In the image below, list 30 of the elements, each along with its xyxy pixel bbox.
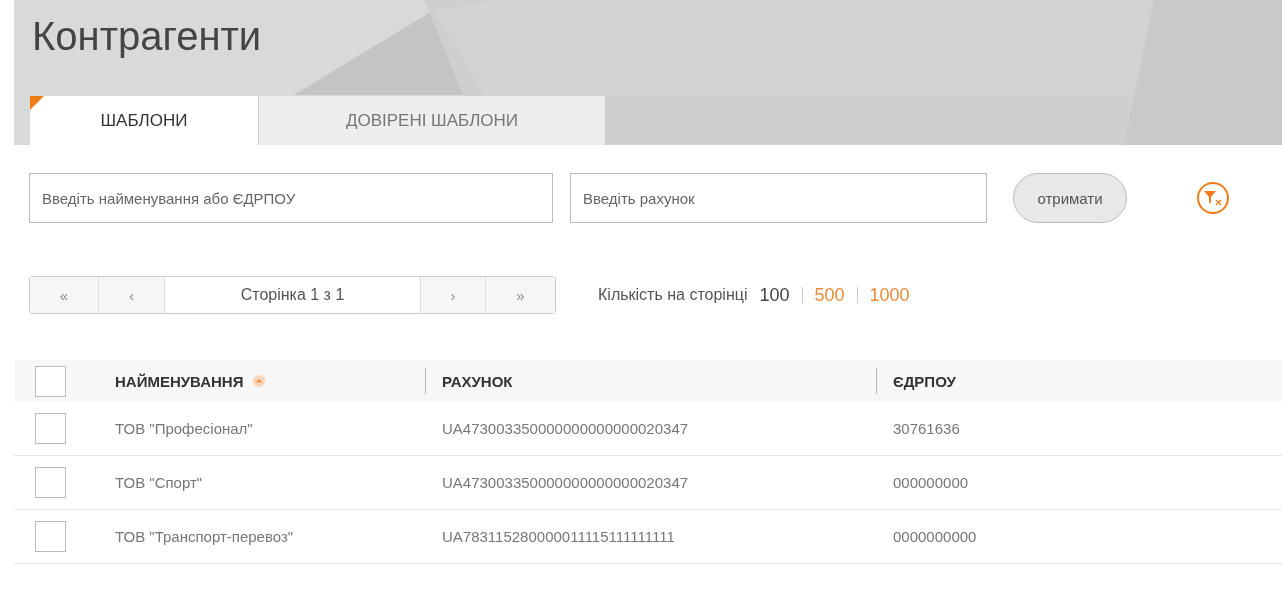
page-size-option[interactable]: 1000 xyxy=(869,284,910,306)
table-cell: ТОВ "Транспорт-перевоз" xyxy=(115,528,294,545)
table-cell: 000000000 xyxy=(893,474,969,491)
table-cell: UA473003350000000000000020347 xyxy=(442,420,689,437)
table-cell: UA473003350000000000000020347 xyxy=(442,474,689,491)
row-checkbox[interactable] xyxy=(35,521,66,552)
column-header[interactable]: ЄДРПОУ xyxy=(893,372,956,390)
page-size-option[interactable]: 500 xyxy=(814,284,845,306)
submit-button[interactable]: отримати xyxy=(1013,173,1127,223)
row-checkbox[interactable] xyxy=(35,413,66,444)
table-cell: ТОВ "Спорт" xyxy=(115,474,203,491)
clear-filter-button[interactable] xyxy=(1197,182,1229,214)
account-search-field[interactable]: Введіть рахунок xyxy=(570,173,987,223)
name-search-field[interactable]: Введіть найменування або ЄДРПОУ xyxy=(29,173,553,223)
corner-mark-icon xyxy=(30,96,44,110)
column-header[interactable]: РАХУНОК xyxy=(442,372,513,390)
tab[interactable]: ДОВІРЕНІ ШАБЛОНИ xyxy=(258,96,605,145)
select-all-checkbox[interactable] xyxy=(35,365,66,397)
table-cell: ТОВ "Професіонал" xyxy=(115,420,253,437)
column-header[interactable]: НАЙМЕНУВАННЯ xyxy=(115,372,244,390)
page-size-label: Кількість на сторінці xyxy=(598,286,748,304)
table-cell: 0000000000 xyxy=(893,528,977,545)
funnel-clear-icon xyxy=(1203,189,1223,207)
tab[interactable]: ШАБЛОНИ xyxy=(30,96,258,145)
page-size-option[interactable]: 100 xyxy=(759,284,790,306)
table-cell: UA783115280000011115111111111 xyxy=(442,528,675,545)
table-cell: 30761636 xyxy=(893,420,960,437)
row-checkbox[interactable] xyxy=(35,467,66,498)
sort-icon[interactable] xyxy=(253,375,266,387)
page-title: Контрагенти xyxy=(32,13,263,60)
